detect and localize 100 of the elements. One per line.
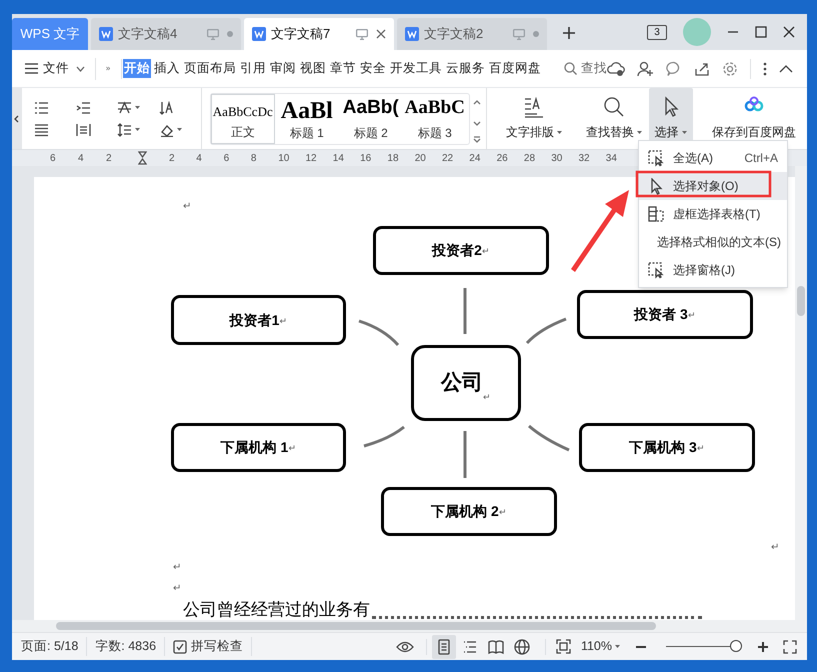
body-text: 公司曾经经营过的业务有 xyxy=(183,599,370,620)
horizontal-scrollbar[interactable] xyxy=(12,620,807,632)
new-tab-icon[interactable] xyxy=(562,26,576,40)
diagram-node: 投资者1↵ xyxy=(171,295,346,345)
settings-icon[interactable] xyxy=(722,60,738,76)
spell-check-button[interactable]: 拼写检查 xyxy=(165,637,252,656)
word-count[interactable]: 字数: 4836 xyxy=(87,637,166,656)
caret-icon[interactable] xyxy=(556,130,563,134)
ribbon-tab[interactable]: 审阅 xyxy=(269,59,297,78)
style-swatch[interactable]: AaBb( 标题 2 xyxy=(338,94,403,144)
close-icon[interactable] xyxy=(376,29,386,39)
diagram-node: 公司 ↵ xyxy=(411,345,521,421)
line-spacing-icon[interactable] xyxy=(117,122,132,136)
collapse-icon[interactable] xyxy=(779,64,793,72)
ruler-number: 16 xyxy=(360,152,372,166)
more-icon[interactable] xyxy=(763,62,767,76)
maximize-icon[interactable] xyxy=(755,26,767,38)
dot-icon xyxy=(227,31,233,37)
search-button[interactable]: 查找 xyxy=(564,59,607,78)
ruler-number: 4 xyxy=(196,152,202,166)
checkbox-icon xyxy=(173,640,188,654)
ribbon-tab[interactable]: 安全 xyxy=(359,59,387,78)
style-swatch[interactable]: AaBbC 标题 3 xyxy=(402,94,467,144)
chevron-left-icon xyxy=(14,114,20,122)
paragraph-mark: ↵ xyxy=(279,314,288,328)
style-swatch[interactable]: AaBbCcDc 正文 xyxy=(210,94,275,144)
text-shape-icon[interactable] xyxy=(117,100,132,114)
caret-icon[interactable] xyxy=(134,127,142,132)
cloud-icon[interactable] xyxy=(607,60,625,76)
justify-icon[interactable] xyxy=(34,122,49,136)
ruler-number: 2 xyxy=(106,152,112,166)
close-icon[interactable] xyxy=(783,26,795,38)
ribbon-tab[interactable]: 百度网盘 xyxy=(488,59,542,78)
menu-item[interactable]: 虚框选择表格(T) xyxy=(639,200,787,228)
ribbon-tab[interactable]: 云服务 xyxy=(445,59,486,78)
diagram-node: 下属机构 3↵ xyxy=(579,423,755,472)
menu-item[interactable]: 选择窗格(J) xyxy=(639,256,787,284)
ribbon-tab[interactable]: 引用 xyxy=(239,59,267,78)
shading-icon[interactable] xyxy=(159,122,174,136)
paragraph-mark: ↵ xyxy=(688,308,696,322)
style-swatch[interactable]: AaBl 标题 1 xyxy=(274,94,339,144)
select-all-icon xyxy=(648,150,664,166)
paragraph-mark: ↵ xyxy=(183,200,191,214)
chat-icon[interactable] xyxy=(666,60,682,76)
caret-icon[interactable] xyxy=(614,644,621,649)
ribbon-tab[interactable]: 视图 xyxy=(299,59,327,78)
caret-icon[interactable] xyxy=(680,130,688,134)
ruler-number: 32 xyxy=(578,152,590,166)
caret-icon[interactable] xyxy=(176,127,184,132)
window-count-badge[interactable]: 3 xyxy=(647,24,667,40)
sort-icon[interactable] xyxy=(159,100,174,114)
ribbon-tab[interactable]: 页面布局 xyxy=(183,59,237,78)
document-tab[interactable]: 文字文稿2 xyxy=(397,18,547,50)
indent-icon[interactable] xyxy=(76,100,91,114)
connector-line xyxy=(364,426,405,448)
layout-button[interactable]: 文字排版 xyxy=(495,88,574,149)
vertical-scrollbar[interactable] xyxy=(795,166,807,620)
monitor-icon xyxy=(513,28,525,40)
view-page-button[interactable] xyxy=(432,634,456,658)
distribute-icon[interactable] xyxy=(76,122,91,136)
menu-item[interactable]: 选择格式相似的文本(S) xyxy=(639,228,787,256)
fullscreen-icon[interactable] xyxy=(783,640,797,654)
search-icon xyxy=(564,62,577,75)
caret-icon[interactable] xyxy=(636,130,643,134)
ruler-number: 4 xyxy=(78,152,84,166)
text-layout-icon xyxy=(523,96,546,118)
document-icon xyxy=(99,27,113,41)
ruler-number: 26 xyxy=(496,152,508,166)
ruler-number: 22 xyxy=(442,152,454,166)
ribbon-tab[interactable]: 插入 xyxy=(153,59,181,78)
more-tabs-icon[interactable] xyxy=(106,64,111,73)
file-menu[interactable]: 文件 xyxy=(43,59,69,78)
ruler-number: 6 xyxy=(224,152,230,166)
document-tab[interactable]: 文字文稿7 xyxy=(244,18,394,50)
fit-window-icon[interactable] xyxy=(556,639,571,654)
chevron-down-icon[interactable] xyxy=(76,66,85,72)
zoom-dropdown[interactable]: 110% xyxy=(580,637,621,656)
numbered-list-icon[interactable] xyxy=(34,100,49,114)
ruler-number: 6 xyxy=(50,152,56,166)
indent-marker-icon[interactable] xyxy=(138,151,147,165)
ruler-number: 14 xyxy=(332,152,344,166)
ruler-number: 30 xyxy=(551,152,562,166)
ruler-number: 20 xyxy=(414,152,426,166)
ribbon-tab[interactable]: 开发工具 xyxy=(389,59,443,78)
add-user-icon[interactable] xyxy=(637,60,654,76)
ruler-number: 34 xyxy=(606,152,617,166)
zoom-in-icon[interactable] xyxy=(757,640,769,652)
table-icon xyxy=(648,206,664,222)
menu-icon[interactable] xyxy=(25,63,38,74)
connector-line xyxy=(464,431,466,478)
zoom-slider[interactable] xyxy=(663,640,743,654)
paragraph-mark: ↵ xyxy=(173,582,181,596)
share-icon[interactable] xyxy=(694,60,710,76)
diagram-node: 投资者2↵ xyxy=(373,226,549,275)
document-icon xyxy=(405,27,419,41)
caret-icon[interactable] xyxy=(134,105,142,110)
ribbon-tab[interactable]: 章节 xyxy=(329,59,357,78)
paragraph-mark: ↵ xyxy=(482,244,490,258)
eye-icon[interactable] xyxy=(396,640,414,652)
document-tab[interactable]: 文字文稿4 xyxy=(91,18,241,50)
